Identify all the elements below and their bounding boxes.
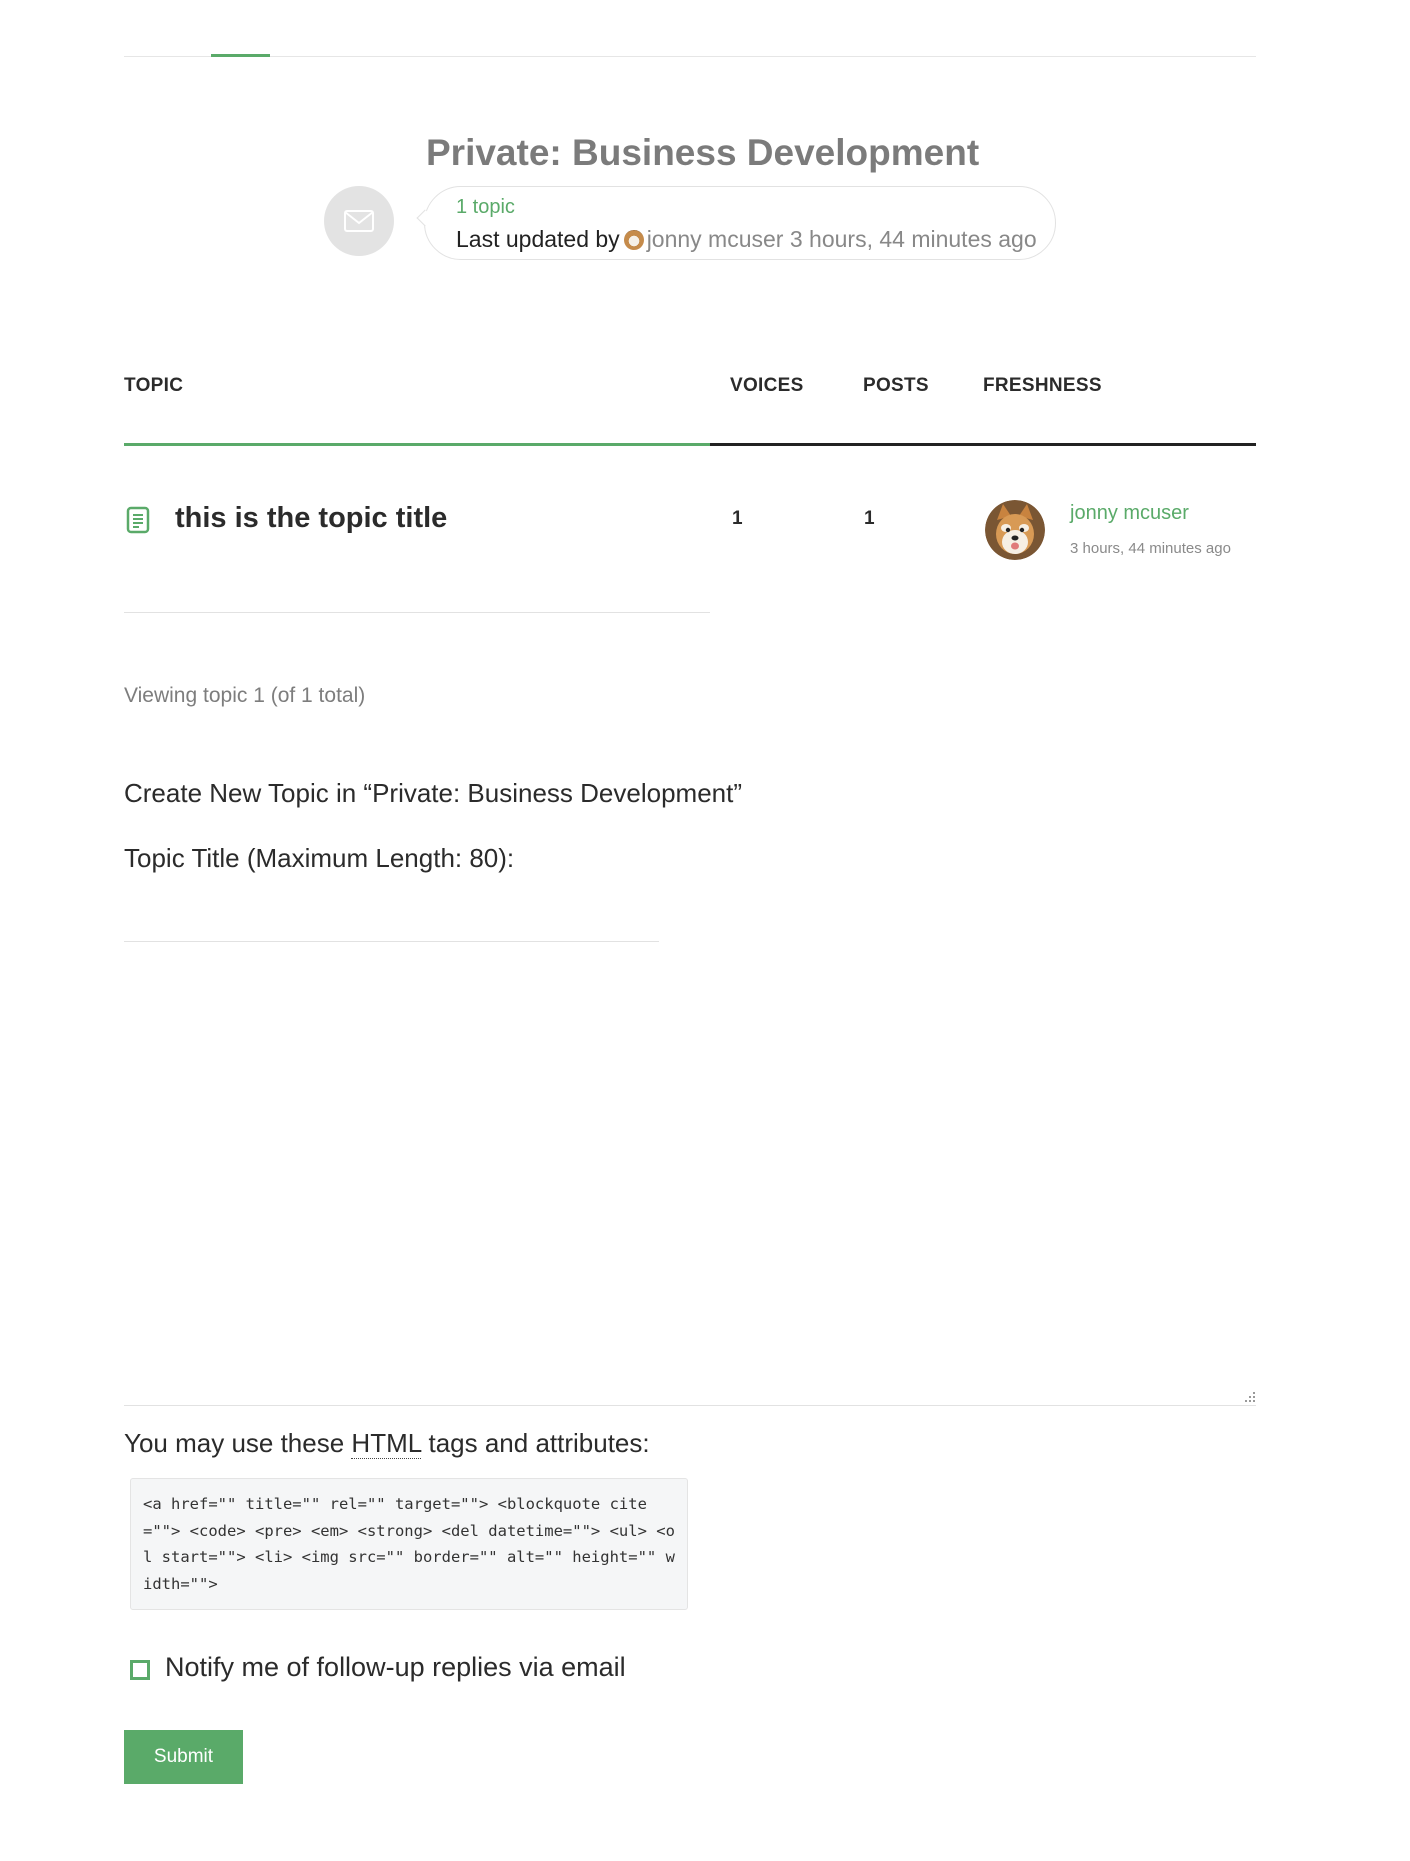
topic-content-textarea[interactable] (124, 960, 1256, 1406)
allowed-tags-suffix: tags and attributes: (428, 1428, 650, 1458)
submit-button[interactable]: Submit (124, 1730, 243, 1784)
top-nav-rule (124, 56, 1256, 57)
resize-grip-icon[interactable] (1245, 1392, 1255, 1402)
allowed-tags-prefix: You may use these (124, 1428, 345, 1458)
topic-title-link[interactable]: this is the topic title (175, 502, 447, 535)
freshness-time-link[interactable]: 3 hours, 44 minutes ago (1070, 540, 1231, 557)
last-updated-user-link[interactable]: jonny mcuser (647, 226, 784, 252)
notify-label[interactable]: Notify me of follow-up replies via email (165, 1652, 626, 1683)
topic-voice-count: 1 (732, 508, 743, 529)
page-title: Private: Business Development (426, 132, 980, 173)
row-divider (124, 612, 710, 613)
envelope-icon (344, 210, 374, 232)
document-icon (126, 506, 150, 534)
freshness-user-link[interactable]: jonny mcuser (1070, 502, 1189, 525)
user-avatar-small[interactable] (623, 230, 644, 250)
freshness-avatar[interactable] (985, 500, 1045, 560)
topic-title-input[interactable] (124, 890, 659, 942)
topic-count-link[interactable]: 1 topic (456, 196, 515, 219)
column-header-topic: TOPIC (124, 375, 184, 396)
column-header-freshness: FRESHNESS (983, 375, 1102, 396)
forum-avatar (324, 186, 394, 256)
column-header-posts: POSTS (863, 375, 929, 396)
header-rule-meta (710, 443, 1256, 446)
topic-post-count: 1 (864, 508, 875, 529)
last-updated-time[interactable]: 3 hours, 44 minutes ago (790, 226, 1037, 252)
last-updated-prefix: Last updated by (456, 226, 620, 252)
allowed-tags-label: You may use these HTML tags and attribut… (124, 1428, 650, 1459)
column-header-voices: VOICES (730, 375, 804, 396)
new-topic-legend: Create New Topic in “Private: Business D… (124, 778, 743, 808)
header-rule-topic (124, 443, 710, 446)
allowed-tags-code: <a href="" title="" rel="" target=""> <b… (130, 1478, 688, 1610)
pagination-count: Viewing topic 1 (of 1 total) (124, 684, 366, 707)
topic-title-label: Topic Title (Maximum Length: 80): (124, 843, 515, 873)
html-abbr: HTML (351, 1428, 422, 1459)
last-updated: Last updated by jonny mcuser 3 hours, 44 … (456, 226, 1037, 253)
notify-checkbox[interactable] (130, 1660, 150, 1680)
active-tab-indicator (211, 54, 270, 57)
